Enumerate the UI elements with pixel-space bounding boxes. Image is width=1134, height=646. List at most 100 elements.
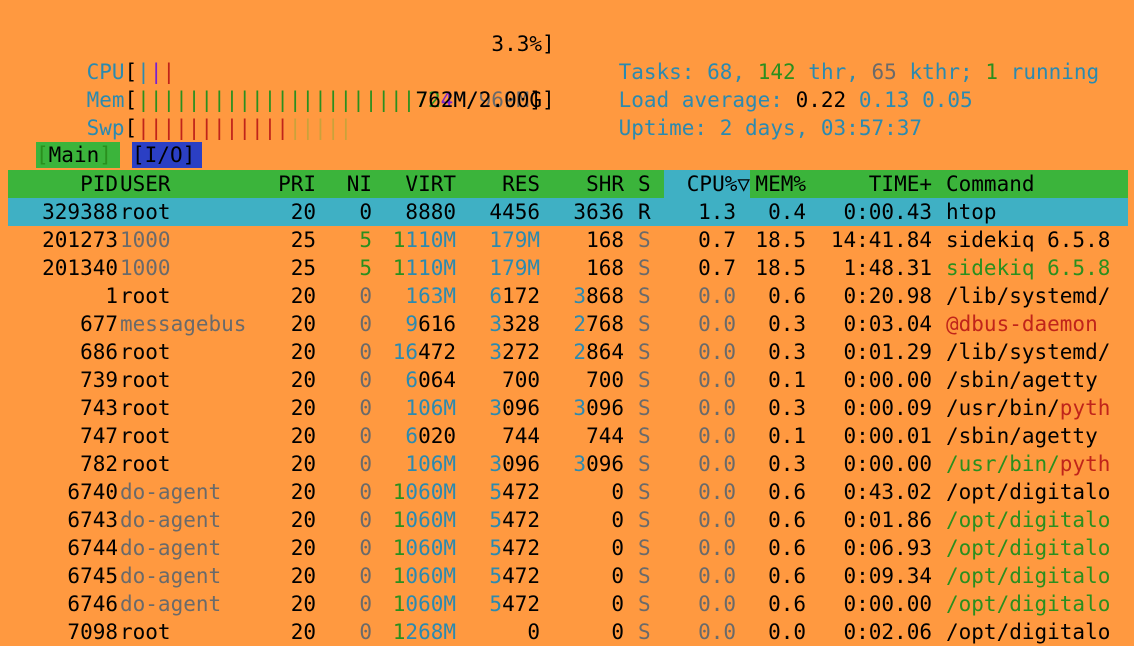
column-header: PID USER PRI NI VIRT RES SHR S CPU%▽ MEM… bbox=[8, 170, 1128, 198]
process-row[interactable]: 201340 1000 25 5 1110M 179M 168 S 0.7 18.5 1:48.31… bbox=[8, 254, 1128, 282]
process-row[interactable]: 677 messagebus 20 0 9616 3328 2768 S 0.0 0.3 0:03.… bbox=[8, 310, 1128, 338]
process-row[interactable]: 739 root 20 0 6064 700 700 S 0.0 0.1 0:00.00/sbin/… bbox=[8, 366, 1128, 394]
tab-main[interactable]: [Main] bbox=[36, 142, 120, 168]
process-mem: 0.0 bbox=[768, 620, 806, 644]
process-cpu: 0.0 bbox=[698, 284, 736, 308]
process-priority: 25 bbox=[290, 228, 316, 252]
process-state: S bbox=[638, 620, 651, 644]
column-shr[interactable]: SHR bbox=[552, 170, 624, 198]
process-pid: 739 bbox=[80, 368, 118, 392]
column-pid[interactable]: PID bbox=[8, 170, 118, 198]
process-pid: 686 bbox=[80, 340, 118, 364]
process-pid: 7098 bbox=[67, 620, 118, 644]
process-command: /opt/digitalo bbox=[946, 620, 1111, 644]
column-virt[interactable]: VIRT bbox=[384, 170, 456, 198]
process-virt: 9616 bbox=[405, 312, 456, 336]
process-command: /opt/digitalo bbox=[946, 564, 1111, 588]
process-user: do-agent bbox=[120, 564, 222, 588]
process-priority: 20 bbox=[290, 620, 316, 644]
process-shr: 0 bbox=[611, 620, 624, 644]
process-priority: 20 bbox=[290, 424, 316, 448]
process-state: S bbox=[638, 592, 651, 616]
process-command: /opt/digitalo bbox=[946, 536, 1111, 560]
process-row[interactable]: 6746 do-agent 20 0 1060M 5472 0 S 0.0 0.6 0:00.00/… bbox=[8, 590, 1128, 618]
process-mem: 0.3 bbox=[768, 396, 806, 420]
process-mem: 0.1 bbox=[768, 424, 806, 448]
process-pid: 6743 bbox=[67, 508, 118, 532]
process-shr: 0 bbox=[611, 592, 624, 616]
swap-meter-bars-red: |||||||||||| bbox=[137, 116, 289, 140]
process-res: 3096 bbox=[489, 452, 540, 476]
process-mem: 0.3 bbox=[768, 340, 806, 364]
process-time: 0:43.02 bbox=[843, 480, 932, 504]
process-virt: 1060M bbox=[392, 536, 456, 560]
process-nice: 0 bbox=[359, 424, 372, 448]
tab-main-label: Main bbox=[48, 143, 100, 167]
process-virt: 1060M bbox=[392, 592, 456, 616]
process-res: 744 bbox=[502, 424, 540, 448]
process-mem: 0.3 bbox=[768, 312, 806, 336]
process-command: sidekiq 6.5.8 bbox=[946, 256, 1111, 280]
process-row[interactable]: 7098 root 20 0 1268M 0 0 S 0.0 0.0 0:02.06/opt/dig… bbox=[8, 618, 1128, 646]
process-cpu: 0.0 bbox=[698, 340, 736, 364]
process-row[interactable]: 201273 1000 25 5 1110M 179M 168 S 0.7 18.5 14:41.8… bbox=[8, 226, 1128, 254]
column-state[interactable]: S bbox=[638, 170, 658, 198]
process-user: root bbox=[120, 368, 171, 392]
column-res[interactable]: RES bbox=[470, 170, 540, 198]
uptime-value: 2 days, 03:57:37 bbox=[719, 116, 923, 140]
process-shr: 168 bbox=[586, 228, 624, 252]
process-cpu: 0.0 bbox=[698, 564, 736, 588]
process-mem: 0.6 bbox=[768, 508, 806, 532]
process-priority: 20 bbox=[290, 508, 316, 532]
process-user: root bbox=[120, 284, 171, 308]
process-priority: 20 bbox=[290, 396, 316, 420]
process-priority: 20 bbox=[290, 536, 316, 560]
process-row[interactable]: 6743 do-agent 20 0 1060M 5472 0 S 0.0 0.6 0:01.86/… bbox=[8, 506, 1128, 534]
process-cpu: 0.0 bbox=[698, 452, 736, 476]
column-pri[interactable]: PRI bbox=[260, 170, 316, 198]
process-cpu: 0.0 bbox=[698, 480, 736, 504]
column-cpu-sorted[interactable]: CPU%▽ bbox=[664, 170, 750, 198]
column-time[interactable]: TIME+ bbox=[810, 170, 932, 198]
process-time: 0:09.34 bbox=[843, 564, 932, 588]
cpu-meter-value: 3.3% bbox=[491, 32, 542, 56]
process-row[interactable]: 6744 do-agent 20 0 1060M 5472 0 S 0.0 0.6 0:06.93/… bbox=[8, 534, 1128, 562]
process-shr: 2768 bbox=[573, 312, 624, 336]
process-row[interactable]: 1 root 20 0 163M 6172 3868 S 0.0 0.6 0:20.98/lib/s… bbox=[8, 282, 1128, 310]
process-time: 0:00.09 bbox=[843, 396, 932, 420]
process-state: S bbox=[638, 508, 651, 532]
process-time: 0:00.01 bbox=[843, 424, 932, 448]
process-time: 0:00.43 bbox=[843, 200, 932, 224]
process-row[interactable]: 6740 do-agent 20 0 1060M 5472 0 S 0.0 0.6 0:43.02/… bbox=[8, 478, 1128, 506]
process-command: /lib/systemd/ bbox=[946, 284, 1111, 308]
swap-meter-bars-orange: ||||| bbox=[288, 116, 353, 140]
process-cpu: 0.0 bbox=[698, 396, 736, 420]
process-row[interactable]: 329388 root 20 0 8880 4456 3636 R 1.3 0.4 0:00.43 h… bbox=[8, 198, 1128, 226]
process-cpu: 1.3 bbox=[698, 200, 736, 224]
process-virt: 1060M bbox=[392, 564, 456, 588]
process-shr: 2864 bbox=[573, 340, 624, 364]
process-row[interactable]: 686 root 20 0 16472 3272 2864 S 0.0 0.3 0:01.29/li… bbox=[8, 338, 1128, 366]
process-row[interactable]: 743 root 20 0 106M 3096 3096 S 0.0 0.3 0:00.09/usr… bbox=[8, 394, 1128, 422]
process-row[interactable]: 747 root 20 0 6020 744 744 S 0.0 0.1 0:00.01/sbin/… bbox=[8, 422, 1128, 450]
process-time: 0:02.06 bbox=[843, 620, 932, 644]
process-state: S bbox=[638, 480, 651, 504]
process-time: 0:20.98 bbox=[843, 284, 932, 308]
process-mem: 0.4 bbox=[768, 200, 806, 224]
column-mem[interactable]: MEM% bbox=[748, 170, 806, 198]
tab-io[interactable]: [I/O] bbox=[132, 142, 202, 168]
process-row[interactable]: 6745 do-agent 20 0 1060M 5472 0 S 0.0 0.6 0:09.34/… bbox=[8, 562, 1128, 590]
process-priority: 20 bbox=[290, 340, 316, 364]
process-time: 1:48.31 bbox=[843, 256, 932, 280]
process-priority: 20 bbox=[290, 452, 316, 476]
process-row[interactable]: 782 root 20 0 106M 3096 3096 S 0.0 0.3 0:00.00/usr… bbox=[8, 450, 1128, 478]
process-time: 0:06.93 bbox=[843, 536, 932, 560]
process-time: 0:00.00 bbox=[843, 452, 932, 476]
column-command[interactable]: Command bbox=[946, 170, 1128, 198]
process-nice: 0 bbox=[359, 200, 372, 224]
process-state: S bbox=[638, 284, 651, 308]
load-average: Load average: 0.22 0.13 0.05 bbox=[568, 58, 973, 112]
column-user[interactable]: USER bbox=[120, 170, 270, 198]
column-ni[interactable]: NI bbox=[326, 170, 372, 198]
process-time: 0:01.86 bbox=[843, 508, 932, 532]
